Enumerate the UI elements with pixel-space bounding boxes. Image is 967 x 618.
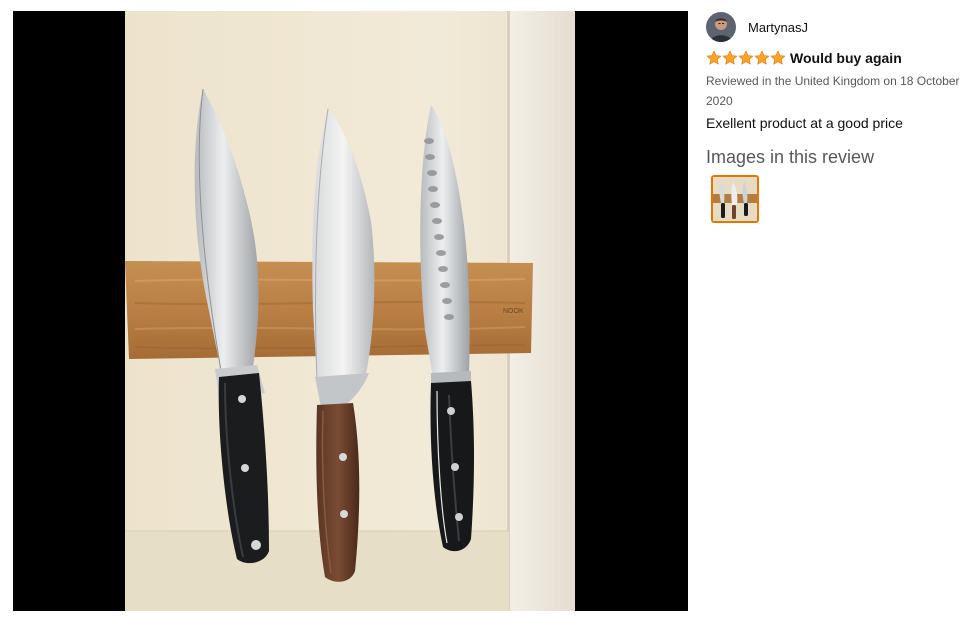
star-icon <box>770 50 786 65</box>
images-heading: Images in this review <box>706 147 875 167</box>
review-title[interactable]: Would buy again <box>790 50 902 66</box>
reviewer-profile[interactable]: MartynasJ <box>706 12 964 42</box>
reviewer-name[interactable]: MartynasJ <box>748 20 808 35</box>
star-icon <box>754 50 770 65</box>
review-photo: NOOK <box>125 11 575 611</box>
svg-text:NOOK: NOOK <box>503 308 524 315</box>
review-date: Reviewed in the United Kingdom on 18 Oct… <box>706 74 960 108</box>
review-panel: MartynasJ Would buy again Reviewed in th… <box>706 12 964 223</box>
rating-row: Would buy again <box>706 49 964 67</box>
review-image-thumbnail[interactable] <box>711 175 759 223</box>
review-body: Exellent product at a good price <box>706 115 903 131</box>
star-icon <box>722 50 738 65</box>
star-icon <box>738 50 754 65</box>
image-viewer: NOOK <box>13 11 688 611</box>
star-rating[interactable] <box>706 50 786 66</box>
star-icon <box>706 50 722 65</box>
user-avatar-icon[interactable] <box>706 12 736 42</box>
